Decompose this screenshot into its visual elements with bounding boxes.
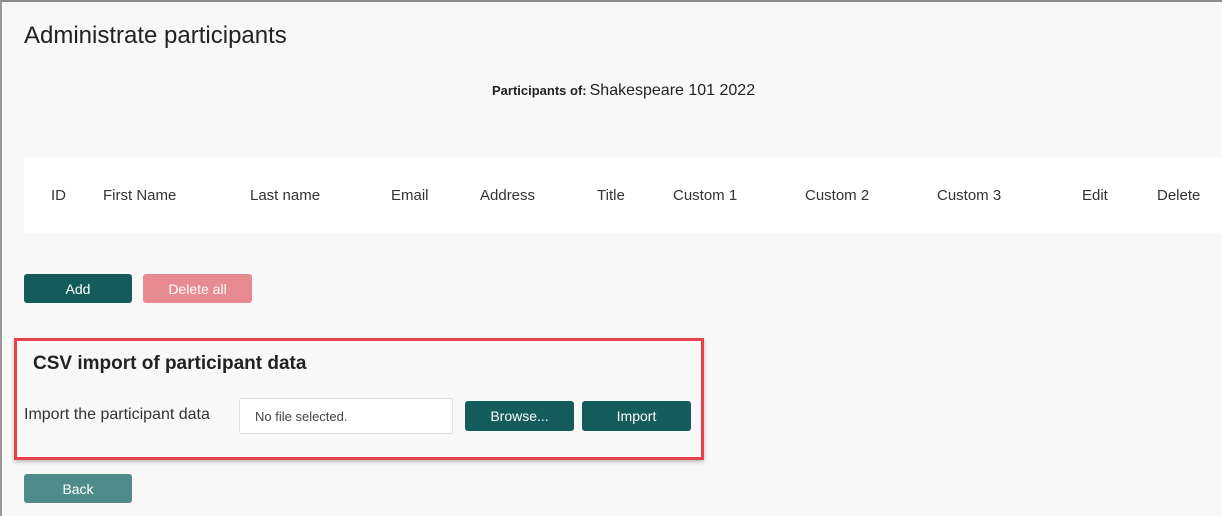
column-header-email[interactable]: Email: [391, 187, 429, 204]
column-header-custom-3[interactable]: Custom 3: [937, 187, 1001, 204]
participants-of-label: Participants of:: [492, 83, 587, 98]
column-header-last-name[interactable]: Last name: [250, 187, 320, 204]
column-header-first-name[interactable]: First Name: [103, 187, 176, 204]
column-header-address[interactable]: Address: [480, 187, 535, 204]
page-title: Administrate participants: [24, 22, 287, 49]
add-button[interactable]: Add: [24, 274, 132, 303]
course-name: Shakespeare 101 2022: [589, 82, 756, 99]
import-button[interactable]: Import: [582, 401, 691, 431]
import-field-label: Import the participant data: [24, 406, 210, 423]
participants-of-heading: Participants of: Shakespeare 101 2022: [492, 82, 755, 100]
back-button[interactable]: Back: [24, 474, 132, 503]
column-header-id[interactable]: ID: [51, 187, 66, 204]
page-container: Administrate participants Participants o…: [0, 0, 1222, 516]
column-header-edit: Edit: [1082, 187, 1108, 204]
column-header-custom-1[interactable]: Custom 1: [673, 187, 737, 204]
column-header-delete: Delete: [1157, 187, 1201, 204]
column-header-custom-2[interactable]: Custom 2: [805, 187, 869, 204]
participants-table-header: ID First Name Last name Email Address Ti…: [24, 157, 1222, 233]
delete-all-button[interactable]: Delete all: [143, 274, 252, 303]
column-header-title[interactable]: Title: [597, 187, 625, 204]
browse-button[interactable]: Browse...: [465, 401, 574, 431]
file-status-text: No file selected.: [255, 408, 348, 424]
file-input-field[interactable]: No file selected.: [239, 398, 453, 434]
csv-import-title: CSV import of participant data: [33, 353, 307, 374]
